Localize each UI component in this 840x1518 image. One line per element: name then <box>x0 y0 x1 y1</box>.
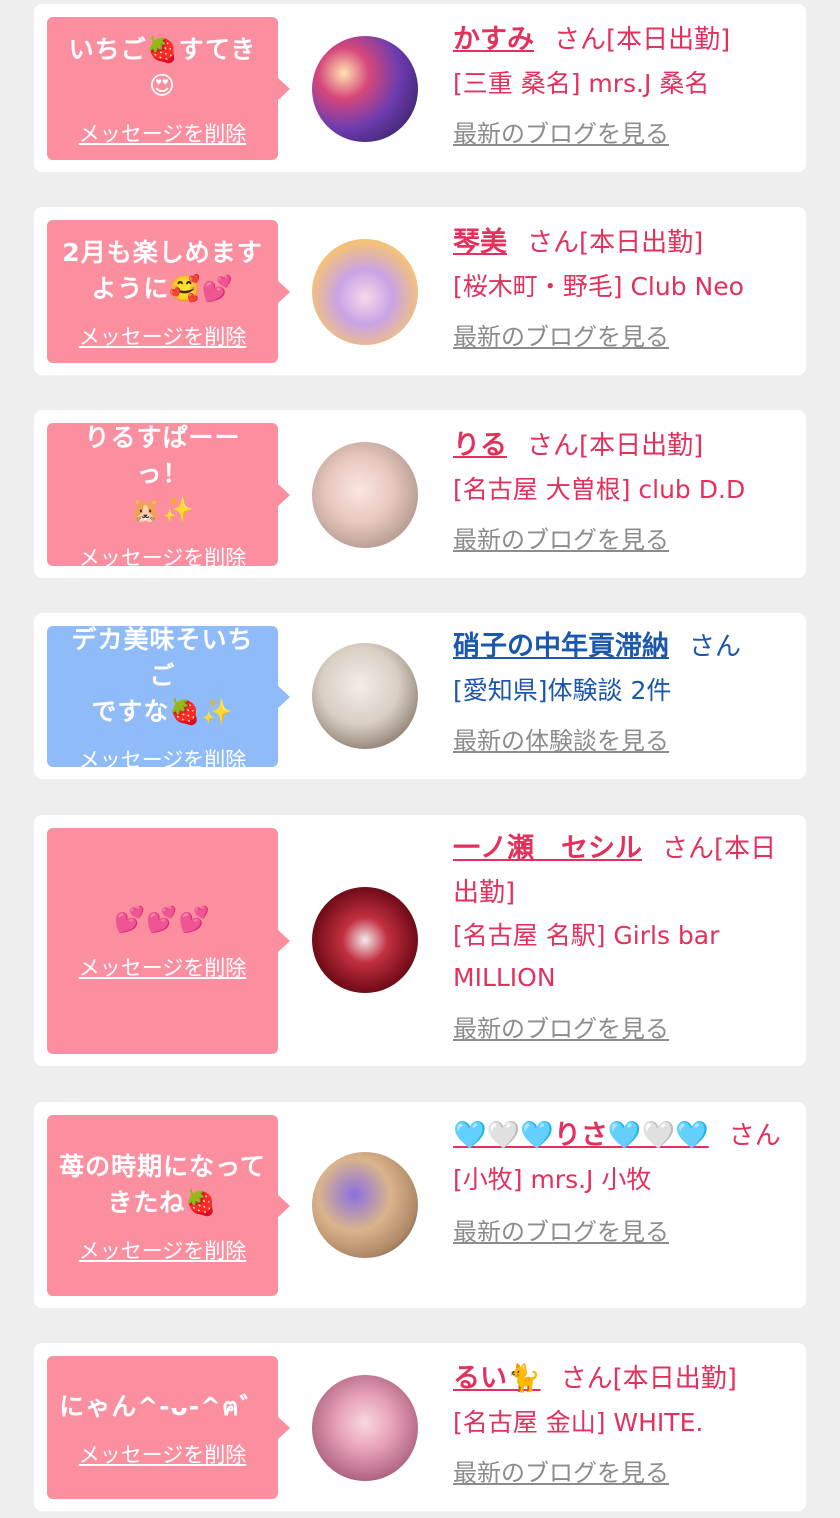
honorific: さん <box>662 834 715 864</box>
avatar[interactable] <box>312 442 418 548</box>
avatar[interactable] <box>312 239 418 345</box>
avatar[interactable] <box>312 36 418 142</box>
latest-blog-link[interactable]: 最新のブログを見る <box>453 1214 669 1250</box>
latest-blog-link[interactable]: 最新のブログを見る <box>453 522 669 558</box>
message-bubble: いちご🍓すてき 😍 メッセージを削除 <box>47 17 290 160</box>
attendance-status: [本日出勤] <box>612 1364 737 1394</box>
message-card: デカ美味そいちご ですな🍓✨ メッセージを削除 硝子の中年貢滞納 さん [愛知県]… <box>34 613 806 779</box>
cast-name-link[interactable]: 🩵🤍🩵りさ🩵🤍🩵 <box>453 1120 709 1151</box>
message-text: にゃん^-ᴗ-^ฅ゛ <box>59 1391 266 1421</box>
delete-message-link[interactable]: メッセージを削除 <box>79 323 247 351</box>
shop-info: [名古屋 名駅] Girls bar MILLION <box>453 921 720 992</box>
message-bubble: デカ美味そいちご ですな🍓✨ メッセージを削除 <box>47 625 290 772</box>
delete-message-link[interactable]: メッセージを削除 <box>79 954 247 982</box>
message-text: デカ美味そいちご ですな🍓✨ <box>71 624 254 726</box>
reviewer-name-link[interactable]: 硝子の中年貢滞納 <box>453 631 669 662</box>
avatar[interactable] <box>312 1152 418 1258</box>
message-bubble: 2月も楽しめます ように🥰💕 メッセージを削除 <box>47 220 290 363</box>
card-info: かすみ さん[本日出勤] [三重 桑名] mrs.J 桑名 最新のブログを見る <box>453 18 790 152</box>
message-card: 苺の時期になって きたね🍓 メッセージを削除 🩵🤍🩵りさ🩵🤍🩵 さん [小牧] m… <box>34 1102 806 1308</box>
cast-name-link[interactable]: 一ノ瀬 セシル <box>453 833 642 864</box>
message-text: 苺の時期になって きたね🍓 <box>59 1151 266 1217</box>
honorific: さん <box>527 228 580 258</box>
avatar[interactable] <box>312 643 418 749</box>
latest-review-link[interactable]: 最新の体験談を見る <box>453 723 669 759</box>
shop-info: [三重 桑名] mrs.J 桑名 <box>453 69 710 98</box>
message-text: いちご🍓すてき 😍 <box>68 34 257 100</box>
cast-name-link[interactable]: 琴美 <box>453 227 507 258</box>
message-text: 2月も楽しめます ように🥰💕 <box>62 237 263 303</box>
shop-info: [小牧] mrs.J 小牧 <box>453 1165 652 1194</box>
cast-name-link[interactable]: かすみ <box>453 24 534 55</box>
latest-blog-link[interactable]: 最新のブログを見る <box>453 1455 669 1491</box>
message-text: 💕💕💕 <box>114 905 211 934</box>
attendance-status: [本日出勤] <box>606 25 731 55</box>
avatar[interactable] <box>312 1375 418 1481</box>
card-info: 琴美 さん[本日出勤] [桜木町・野毛] Club Neo 最新のブログを見る <box>453 221 790 355</box>
delete-message-link[interactable]: メッセージを削除 <box>79 1441 247 1469</box>
message-bubble: にゃん^-ᴗ-^ฅ゛ メッセージを削除 <box>47 1356 290 1499</box>
message-card: 💕💕💕 メッセージを削除 一ノ瀬 セシル さん[本日出勤] [名古屋 名駅] Gi… <box>34 815 806 1066</box>
message-text: りるすぱーーっ！ 🐹✨ <box>84 422 241 524</box>
latest-blog-link[interactable]: 最新のブログを見る <box>453 116 669 152</box>
attendance-status: [本日出勤] <box>579 431 704 461</box>
message-card: 2月も楽しめます ように🥰💕 メッセージを削除 琴美 さん[本日出勤] [桜木町・… <box>34 207 806 375</box>
shop-info: [名古屋 大曽根] club D.D <box>453 475 746 504</box>
message-card: りるすぱーーっ！ 🐹✨ メッセージを削除 りる さん[本日出勤] [名古屋 大曽根… <box>34 410 806 578</box>
message-card: いちご🍓すてき 😍 メッセージを削除 かすみ さん[本日出勤] [三重 桑名] m… <box>34 4 806 172</box>
card-info: るい🐈 さん[本日出勤] [名古屋 金山] WHITE. 最新のブログを見る <box>453 1357 790 1491</box>
delete-message-link[interactable]: メッセージを削除 <box>79 544 247 572</box>
honorific: さん <box>554 25 607 55</box>
card-info: 一ノ瀬 セシル さん[本日出勤] [名古屋 名駅] Girls bar MILLI… <box>453 827 790 1047</box>
avatar[interactable] <box>312 887 418 993</box>
message-card: にゃん^-ᴗ-^ฅ゛ メッセージを削除 るい🐈 さん[本日出勤] [名古屋 金山]… <box>34 1343 806 1511</box>
honorific: さん <box>728 1121 781 1151</box>
shop-info: [桜木町・野毛] Club Neo <box>453 272 744 301</box>
cast-name-link[interactable]: りる <box>453 430 507 461</box>
card-info: 硝子の中年貢滞納 さん [愛知県]体験談 2件 最新の体験談を見る <box>453 625 790 759</box>
message-bubble: りるすぱーーっ！ 🐹✨ メッセージを削除 <box>47 422 290 570</box>
shop-info: [名古屋 金山] WHITE. <box>453 1408 704 1437</box>
delete-message-link[interactable]: メッセージを削除 <box>79 746 247 774</box>
attendance-status: [本日出勤] <box>579 228 704 258</box>
delete-message-link[interactable]: メッセージを削除 <box>79 120 247 148</box>
honorific: さん <box>689 632 742 662</box>
message-bubble: 💕💕💕 メッセージを削除 <box>47 828 290 1054</box>
latest-blog-link[interactable]: 最新のブログを見る <box>453 319 669 355</box>
cast-name-link[interactable]: るい🐈 <box>453 1363 541 1394</box>
review-info: [愛知県]体験談 2件 <box>453 676 672 705</box>
favorite-message-list: いちご🍓すてき 😍 メッセージを削除 かすみ さん[本日出勤] [三重 桑名] m… <box>0 0 840 1518</box>
honorific: さん <box>527 431 580 461</box>
honorific: さん <box>560 1364 613 1394</box>
card-info: りる さん[本日出勤] [名古屋 大曽根] club D.D 最新のブログを見る <box>453 424 790 558</box>
card-info: 🩵🤍🩵りさ🩵🤍🩵 さん [小牧] mrs.J 小牧 最新のブログを見る <box>453 1114 790 1250</box>
delete-message-link[interactable]: メッセージを削除 <box>79 1237 247 1265</box>
latest-blog-link[interactable]: 最新のブログを見る <box>453 1011 669 1047</box>
message-bubble: 苺の時期になって きたね🍓 メッセージを削除 <box>47 1115 290 1296</box>
